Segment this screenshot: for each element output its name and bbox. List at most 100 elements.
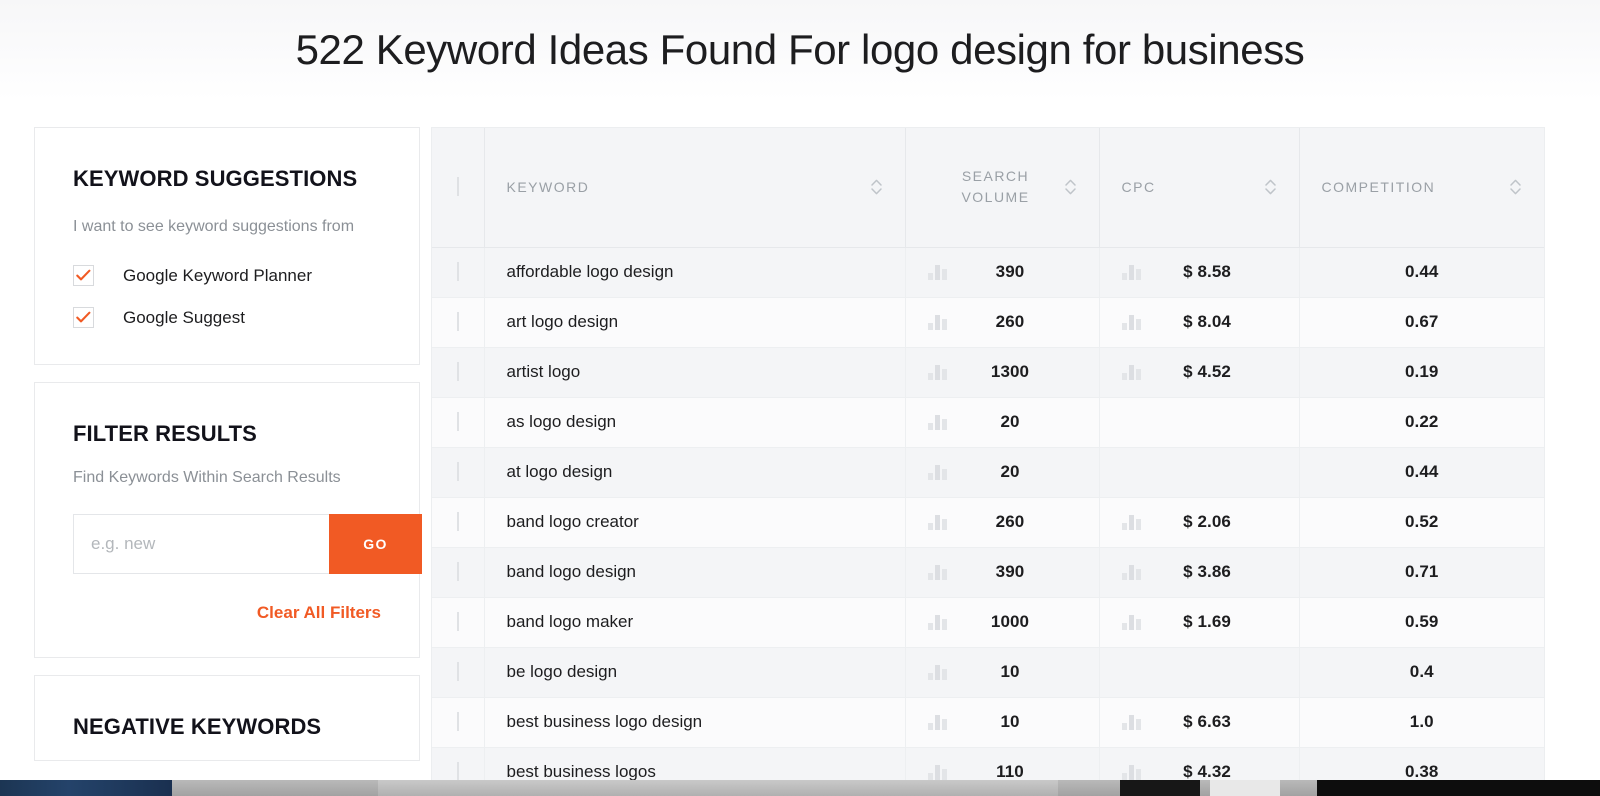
search-volume-cell: 20	[905, 397, 1100, 448]
cpc-cell-value: $ 8.04	[1183, 312, 1231, 331]
keyword-cell[interactable]: band logo design	[484, 547, 906, 598]
column-header-cpc[interactable]: CPC	[1099, 128, 1300, 248]
search-volume-cell: 1000	[905, 597, 1100, 648]
checkbox-google-suggest[interactable]	[73, 307, 94, 328]
table-row[interactable]: band logo maker 1000 $ 1.69 0.59	[432, 597, 1544, 648]
keyword-text: be logo design	[506, 662, 618, 681]
row-checkbox[interactable]	[456, 312, 459, 331]
cpc-cell-value: $ 2.06	[1183, 512, 1231, 531]
cpc-cell	[1099, 447, 1300, 498]
option-google-keyword-planner[interactable]: Google Keyword Planner	[73, 265, 381, 286]
keyword-cell[interactable]: at logo design	[484, 447, 906, 498]
table-row[interactable]: band logo creator 260 $ 2.06 0.52	[432, 497, 1544, 548]
table-row[interactable]: best business logo design 10 $ 6.63 1.0	[432, 697, 1544, 748]
page-header: 522 Keyword Ideas Found For logo design …	[0, 0, 1600, 100]
row-checkbox[interactable]	[456, 562, 459, 581]
row-checkbox[interactable]	[456, 262, 459, 281]
keyword-cell[interactable]: artist logo	[484, 347, 906, 398]
row-checkbox[interactable]	[456, 712, 459, 731]
bar-chart-icon	[1121, 364, 1156, 380]
bar-chart-icon	[1121, 314, 1156, 330]
keyword-cell[interactable]: as logo design	[484, 397, 906, 448]
keyword-text: as logo design	[506, 412, 617, 431]
keyword-cell[interactable]: be logo design	[484, 647, 906, 698]
table-row[interactable]: band logo design 390 $ 3.86 0.71	[432, 547, 1544, 598]
clear-all-filters-link[interactable]: Clear All Filters	[73, 603, 381, 623]
row-select-cell[interactable]	[432, 247, 485, 298]
check-icon	[76, 311, 91, 323]
sort-icon[interactable]	[870, 177, 883, 197]
keyword-text: best business logo design	[506, 712, 703, 731]
keyword-text: band logo maker	[506, 612, 634, 631]
competition-value: 0.44	[1405, 462, 1439, 481]
row-select-cell[interactable]	[432, 347, 485, 398]
keyword-cell[interactable]: affordable logo design	[484, 247, 906, 298]
filter-results-subtitle: Find Keywords Within Search Results	[73, 469, 341, 486]
keyword-cell[interactable]: band logo maker	[484, 597, 906, 648]
table-row[interactable]: as logo design 20 0.22	[432, 397, 1544, 448]
filter-keyword-input[interactable]	[73, 514, 329, 574]
cpc-cell: $ 2.06	[1099, 497, 1300, 548]
search-volume-cell: 10	[905, 647, 1100, 698]
table-row[interactable]: art logo design 260 $ 8.04 0.67	[432, 297, 1544, 348]
cpc-cell-value: $ 3.86	[1183, 562, 1231, 581]
row-select-cell[interactable]	[432, 747, 485, 796]
sort-icon[interactable]	[1264, 177, 1277, 197]
bar-chart-icon	[1122, 464, 1156, 480]
row-select-cell[interactable]	[432, 597, 485, 648]
column-header-search-volume[interactable]: SEARCH VOLUME	[905, 128, 1100, 248]
keyword-suggestions-panel: KEYWORD SUGGESTIONS I want to see keywor…	[34, 127, 420, 365]
row-checkbox[interactable]	[456, 362, 459, 381]
column-header-competition-label: COMPETITION	[1321, 178, 1436, 195]
cpc-cell: $ 4.52	[1099, 347, 1300, 398]
search-volume-cell-value: 10	[1000, 662, 1020, 681]
table-row[interactable]: best business logos 110 $ 4.32 0.38	[432, 747, 1544, 796]
bar-chart-icon	[927, 464, 962, 480]
column-header-keyword[interactable]: KEYWORD	[484, 128, 906, 248]
row-checkbox[interactable]	[456, 612, 459, 631]
column-header-select-all[interactable]	[432, 128, 485, 248]
check-icon	[76, 269, 91, 281]
row-checkbox[interactable]	[456, 412, 459, 431]
row-select-cell[interactable]	[432, 297, 485, 348]
cpc-cell: $ 3.86	[1099, 547, 1300, 598]
keyword-cell[interactable]: band logo creator	[484, 497, 906, 548]
keyword-cell[interactable]: best business logo design	[484, 697, 906, 748]
sort-icon[interactable]	[1509, 177, 1522, 197]
row-select-cell[interactable]	[432, 397, 485, 448]
row-checkbox[interactable]	[456, 512, 459, 531]
competition-cell: 0.22	[1299, 397, 1544, 448]
filter-go-button[interactable]: GO	[329, 514, 422, 574]
column-header-competition[interactable]: COMPETITION	[1299, 128, 1544, 248]
search-volume-cell: 10	[905, 697, 1100, 748]
table-row[interactable]: affordable logo design 390 $ 8.58 0.44	[432, 247, 1544, 298]
column-header-keyword-label: KEYWORD	[506, 178, 590, 195]
bar-chart-icon	[927, 614, 962, 630]
option-google-suggest[interactable]: Google Suggest	[73, 307, 381, 328]
row-select-cell[interactable]	[432, 547, 485, 598]
keyword-cell[interactable]: best business logos	[484, 747, 906, 796]
bar-chart-icon	[927, 514, 962, 530]
table-row[interactable]: at logo design 20 0.44	[432, 447, 1544, 498]
keyword-cell[interactable]: art logo design	[484, 297, 906, 348]
row-select-cell[interactable]	[432, 697, 485, 748]
row-select-cell[interactable]	[432, 497, 485, 548]
table-row[interactable]: artist logo 1300 $ 4.52 0.19	[432, 347, 1544, 398]
row-select-cell[interactable]	[432, 447, 485, 498]
cpc-cell-value: $ 8.58	[1183, 262, 1231, 281]
select-all-checkbox[interactable]	[456, 177, 459, 197]
row-checkbox[interactable]	[456, 662, 459, 681]
bar-chart-icon	[927, 564, 962, 580]
row-select-cell[interactable]	[432, 647, 485, 698]
row-checkbox[interactable]	[456, 462, 459, 481]
search-volume-cell-value: 260	[995, 312, 1025, 331]
competition-value: 0.22	[1405, 412, 1439, 431]
row-checkbox[interactable]	[456, 762, 459, 781]
sort-icon[interactable]	[1064, 177, 1077, 197]
table-row[interactable]: be logo design 10 0.4	[432, 647, 1544, 698]
competition-value: 0.19	[1405, 362, 1439, 381]
competition-value: 0.38	[1405, 762, 1439, 781]
keyword-text: band logo creator	[506, 512, 639, 531]
competition-cell: 0.4	[1299, 647, 1544, 698]
checkbox-google-keyword-planner[interactable]	[73, 265, 94, 286]
